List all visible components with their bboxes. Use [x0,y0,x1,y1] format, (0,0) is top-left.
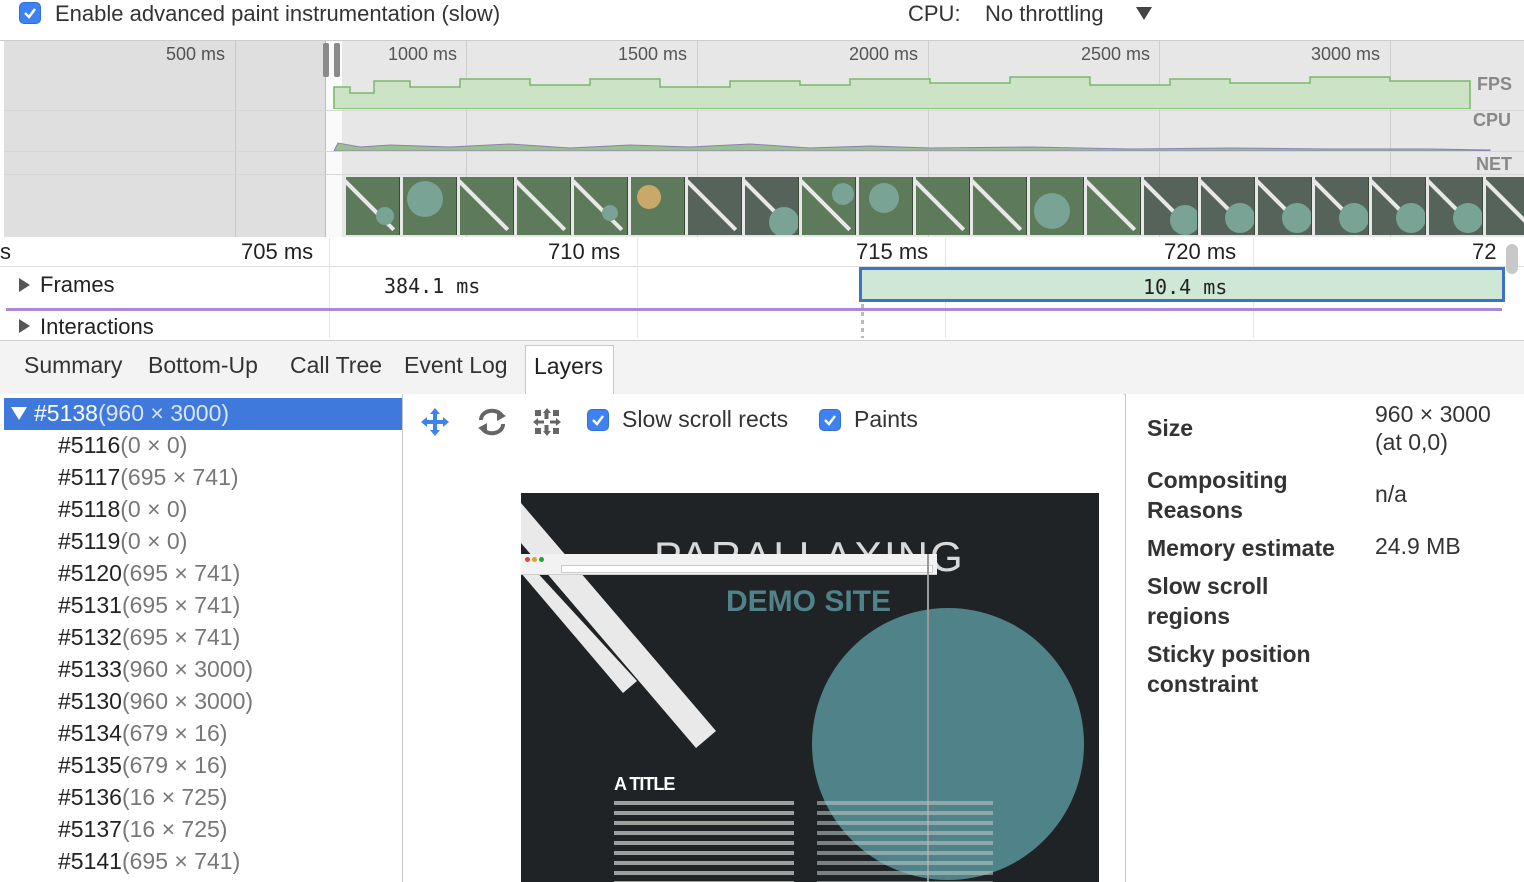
paint-instrumentation-label: Enable advanced paint instrumentation (s… [55,1,501,26]
size-value: 960 × 3000 [1375,401,1491,427]
slow-scroll-regions-label: Slow scroll [1147,573,1269,599]
tab-summary[interactable]: Summary [24,352,122,379]
tree-row[interactable]: #5119(0 × 0) [58,528,187,555]
details-tab-strip: Summary Bottom-Up Call Tree Event Log La… [0,340,1524,395]
ruler-tick: 705 ms [241,239,314,264]
overview-tick: 2500 ms [1081,44,1151,64]
ruler-tick: s [0,239,11,264]
preview-paragraph [614,801,794,882]
slow-scroll-rects-checkbox[interactable] [587,409,609,431]
tree-row[interactable]: #5141(695 × 741) [58,848,240,875]
paint-instrumentation-checkbox[interactable] [19,2,41,24]
net-track-label: NET [1476,154,1512,174]
timeline-settings-bar: Enable advanced paint instrumentation (s… [0,0,1524,41]
flamechart-scrollbar[interactable] [1506,244,1518,274]
ruler-tick: 72 [1472,239,1497,264]
timeline-overview[interactable]: 500 ms 1000 ms 1500 ms 2000 ms 2500 ms 3… [4,41,1524,237]
compositing-reasons-value: n/a [1375,481,1407,507]
tree-row[interactable]: #5137(16 × 725) [58,816,227,843]
tab-bottom-up[interactable]: Bottom-Up [148,352,258,379]
layer-viewer[interactable]: Slow scroll rects Paints PARALLAXING DEM… [403,394,1124,882]
reset-transform-icon[interactable] [531,406,563,438]
overview-tick: 2000 ms [849,44,919,64]
ruler-tick: 720 ms [1164,239,1237,264]
layer-tree: #5138(960 × 3000) #5116(0 × 0) #5117(695… [0,394,403,882]
size-position: (at 0,0) [1375,429,1448,455]
tree-row[interactable]: #5132(695 × 741) [58,624,240,651]
size-label: Size [1147,415,1194,441]
layer-preview[interactable]: PARALLAXING DEMO SITE A TITLE [521,493,1099,882]
paints-label: Paints [854,406,918,432]
compositing-reasons-label: Reasons [1147,497,1243,523]
paints-checkbox[interactable] [819,409,841,431]
tree-row[interactable]: #5120(695 × 741) [58,560,240,587]
cpu-label: CPU: [908,1,961,26]
preview-paragraph [817,801,993,882]
overview-tick: 1000 ms [388,44,458,64]
cpu-track-label: CPU [1473,110,1512,130]
compositing-reasons-label: Compositing [1147,467,1288,493]
collapse-triangle-icon[interactable] [11,407,27,420]
tab-event-log[interactable]: Event Log [404,352,508,379]
layer-size: (960 × 3000) [97,400,230,426]
browser-chrome-layer [521,554,937,575]
sticky-position-label: constraint [1147,671,1259,697]
tab-layers[interactable]: Layers [525,345,614,395]
tree-row[interactable]: #5134(679 × 16) [58,720,227,747]
interactions-label: Interactions [40,314,154,339]
screenshot-filmstrip[interactable] [346,175,1524,237]
tree-row[interactable]: #5116(0 × 0) [58,432,187,459]
ruler-tick: 715 ms [856,239,929,264]
time-ruler: s 705 ms 710 ms 715 ms 720 ms 72 [0,238,1524,267]
interactions-marker [6,308,1502,311]
selected-frame-duration: 10.4 ms [1143,275,1228,299]
frame-duration[interactable]: 384.1 ms [384,274,480,298]
tree-row[interactable]: #5136(16 × 725) [58,784,227,811]
tree-row[interactable]: #5117(695 × 741) [58,464,239,491]
frames-track[interactable]: Frames 384.1 ms 10.4 ms [0,267,1506,305]
fps-graph [333,76,1471,109]
interactions-track[interactable]: Interactions [0,312,1506,340]
fps-track-label: FPS [1477,74,1513,94]
slow-scroll-regions-label: regions [1147,603,1231,629]
tree-row[interactable]: #5133(960 × 3000) [58,656,253,683]
rotate-icon[interactable] [475,406,509,438]
overview-tick: 3000 ms [1311,44,1381,64]
memory-estimate-value: 24.9 MB [1375,533,1461,559]
pan-icon[interactable] [419,406,451,438]
ruler-tick: 710 ms [548,239,621,264]
overview-tick: 1500 ms [618,44,688,64]
frames-label: Frames [40,272,115,297]
expand-triangle-icon[interactable] [19,278,30,292]
tree-row[interactable]: #5130(960 × 3000) [58,688,253,715]
tab-call-tree[interactable]: Call Tree [290,352,382,379]
preview-site-subtitle: DEMO SITE [726,585,892,618]
tree-row[interactable]: #5118(0 × 0) [58,496,187,523]
tree-row-selected[interactable]: #5138(960 × 3000) [4,398,402,430]
cpu-throttling-select[interactable]: No throttling [985,1,1104,27]
chevron-down-icon[interactable] [1136,7,1152,20]
sticky-position-label: Sticky position [1147,641,1311,667]
tree-row[interactable]: #5131(695 × 741) [58,592,240,619]
layer-id: #5138 [34,400,98,426]
cpu-graph [333,142,1491,151]
expand-triangle-icon[interactable] [19,319,30,333]
layer-details: Size 960 × 3000 (at 0,0) Compositing Rea… [1125,394,1524,882]
slow-scroll-rects-label: Slow scroll rects [622,406,789,432]
preview-section-title: A TITLE [614,774,675,794]
memory-estimate-label: Memory estimate [1147,535,1335,561]
selected-frame[interactable]: 10.4 ms [859,267,1505,302]
tab-layers-label: Layers [534,353,604,379]
tree-row[interactable]: #5135(679 × 16) [58,752,227,779]
